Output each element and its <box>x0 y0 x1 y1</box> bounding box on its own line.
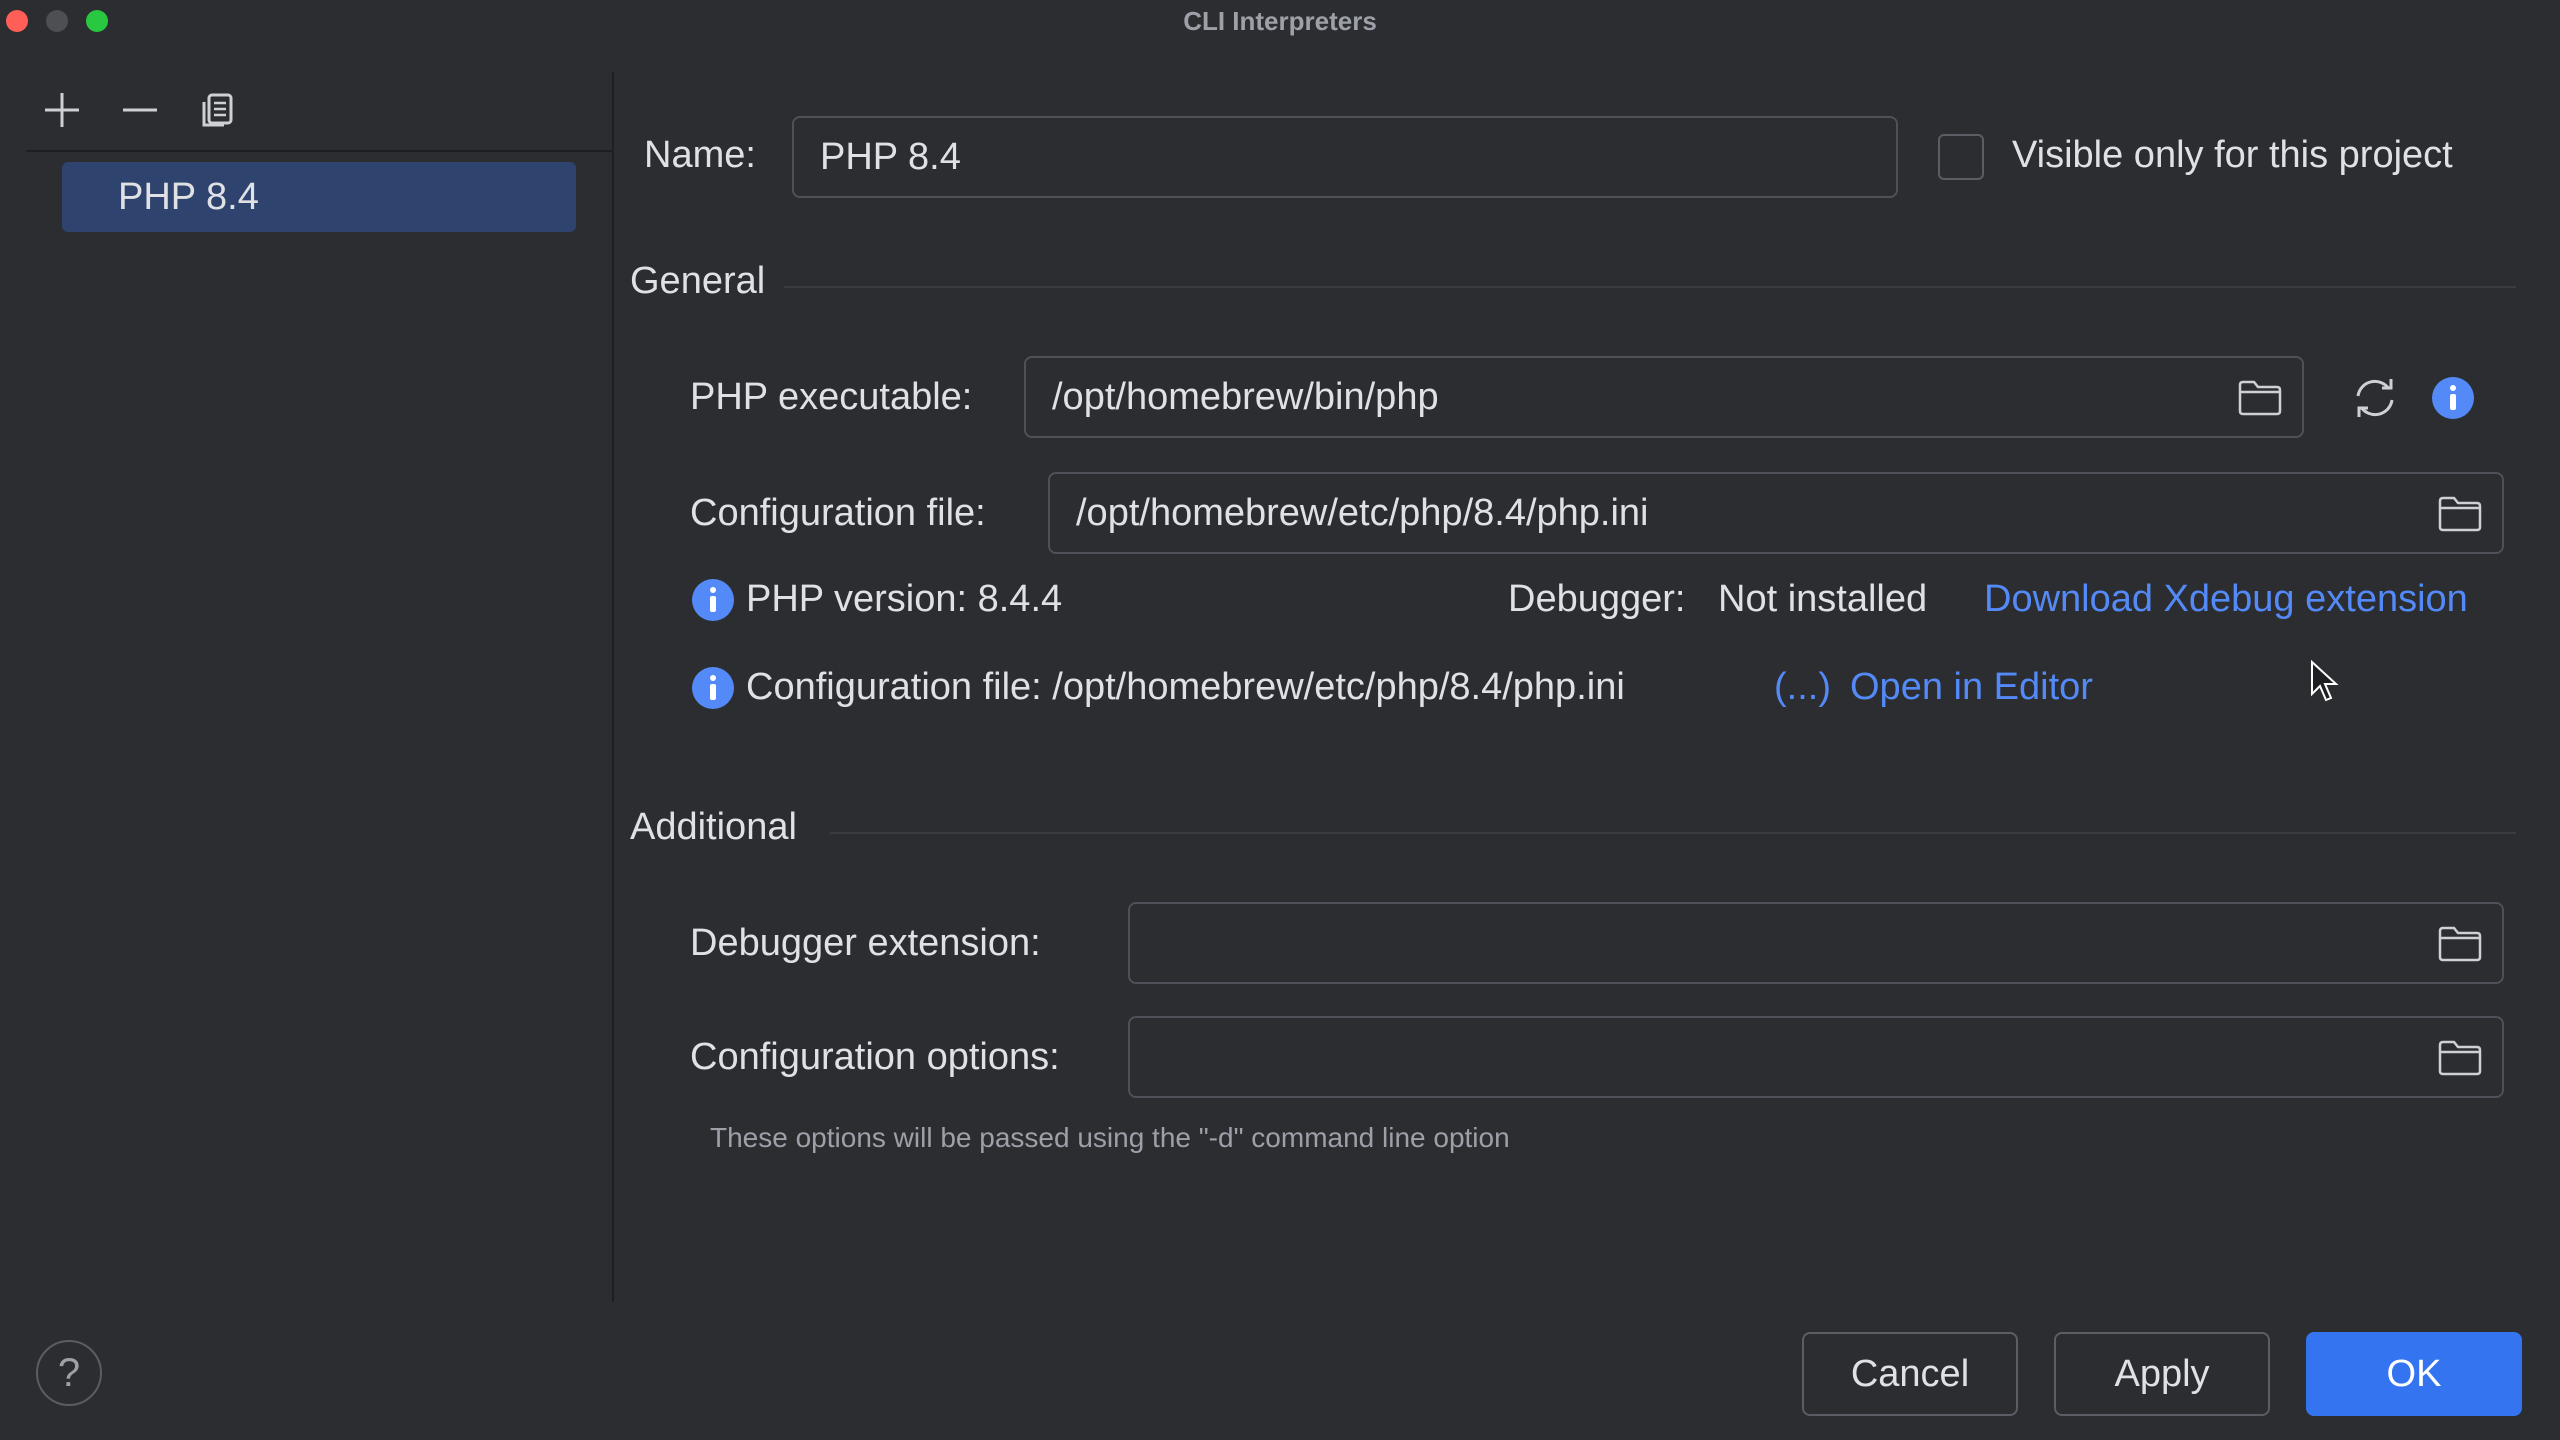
php-executable-field[interactable]: /opt/homebrew/bin/php <box>1024 356 2304 438</box>
cancel-button[interactable]: Cancel <box>1802 1332 2018 1416</box>
copy-icon <box>202 93 233 127</box>
debugger-extension-label: Debugger extension: <box>690 922 1041 964</box>
title-bar: CLI Interpreters <box>0 0 2560 44</box>
configuration-file-label: Configuration file: <box>690 492 986 534</box>
browse-folder-icon[interactable] <box>2238 380 2282 416</box>
php-version-text: PHP version: 8.4.4 <box>746 578 1063 620</box>
plus-icon <box>45 93 79 127</box>
browse-folder-icon[interactable] <box>2438 1040 2482 1076</box>
minus-icon <box>123 108 157 112</box>
cli-interpreters-dialog: CLI Interpreters PHP 8.4 Name: PHP 8.4 V… <box>0 0 2560 1440</box>
download-xdebug-link[interactable]: Download Xdebug extension <box>1984 578 2468 621</box>
php-executable-label: PHP executable: <box>690 376 973 418</box>
ok-button[interactable]: OK <box>2306 1332 2522 1416</box>
debugger-label: Debugger: <box>1508 578 1686 620</box>
sidebar-divider <box>612 72 614 1302</box>
configuration-file-value: /opt/homebrew/etc/php/8.4/php.ini <box>1076 492 1649 534</box>
browse-folder-icon[interactable] <box>2438 496 2482 532</box>
visible-only-checkbox[interactable] <box>1938 134 1984 180</box>
info-icon[interactable] <box>2432 377 2474 419</box>
general-section-divider <box>784 286 2516 288</box>
interpreter-list-item[interactable]: PHP 8.4 <box>62 162 576 232</box>
apply-button[interactable]: Apply <box>2054 1332 2270 1416</box>
name-label: Name: <box>644 134 756 176</box>
info-icon <box>692 579 734 621</box>
configuration-file-field[interactable]: /opt/homebrew/etc/php/8.4/php.ini <box>1048 472 2504 554</box>
refresh-icon[interactable] <box>2350 376 2400 420</box>
visible-only-label[interactable]: Visible only for this project <box>2012 134 2453 177</box>
name-input[interactable]: PHP 8.4 <box>792 116 1898 198</box>
info-icon <box>692 667 734 709</box>
window-title: CLI Interpreters <box>1183 6 1377 36</box>
add-interpreter-button[interactable] <box>40 88 84 132</box>
sidebar-toolbar-divider <box>26 150 612 152</box>
configuration-options-field[interactable] <box>1128 1016 2504 1098</box>
debugger-status: Not installed <box>1718 578 1928 620</box>
additional-section-title: Additional <box>630 806 797 848</box>
configuration-info-text: Configuration file: /opt/homebrew/etc/ph… <box>746 666 1625 708</box>
help-button[interactable]: ? <box>36 1340 102 1406</box>
mouse-cursor-icon <box>2311 660 2339 702</box>
debugger-extension-field[interactable] <box>1128 902 2504 984</box>
copy-interpreter-button[interactable] <box>196 88 240 132</box>
configuration-options-label: Configuration options: <box>690 1036 1060 1078</box>
browse-folder-icon[interactable] <box>2438 926 2482 962</box>
open-in-editor-link[interactable]: Open in Editor <box>1850 666 2093 709</box>
additional-section-divider <box>830 832 2516 834</box>
remove-interpreter-button[interactable] <box>118 88 162 132</box>
general-section-title: General <box>630 260 766 302</box>
configuration-options-hint: These options will be passed using the "… <box>710 1122 1510 1153</box>
interpreters-sidebar <box>0 72 612 1302</box>
php-executable-value: /opt/homebrew/bin/php <box>1052 376 1439 418</box>
show-more-link[interactable]: (...) <box>1774 666 1831 709</box>
